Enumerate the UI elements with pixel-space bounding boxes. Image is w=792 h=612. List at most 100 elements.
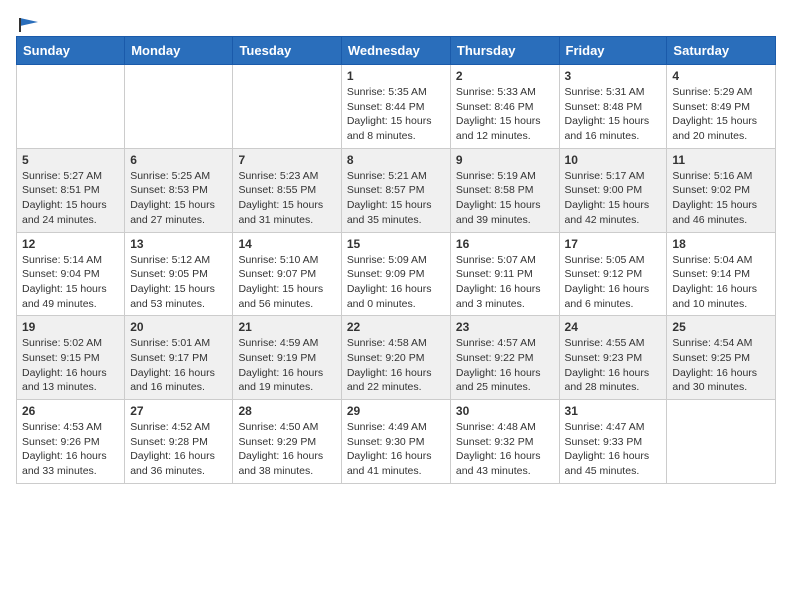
day-info: Sunrise: 4:48 AM Sunset: 9:32 PM Dayligh… xyxy=(456,420,554,479)
day-info: Sunrise: 5:21 AM Sunset: 8:57 PM Dayligh… xyxy=(347,169,445,228)
day-info: Sunrise: 4:54 AM Sunset: 9:25 PM Dayligh… xyxy=(672,336,770,395)
day-info: Sunrise: 5:07 AM Sunset: 9:11 PM Dayligh… xyxy=(456,253,554,312)
calendar-cell xyxy=(667,400,776,484)
day-info: Sunrise: 5:33 AM Sunset: 8:46 PM Dayligh… xyxy=(456,85,554,144)
day-number: 16 xyxy=(456,237,554,251)
day-number: 2 xyxy=(456,69,554,83)
day-number: 20 xyxy=(130,320,227,334)
day-info: Sunrise: 5:02 AM Sunset: 9:15 PM Dayligh… xyxy=(22,336,119,395)
day-header-wednesday: Wednesday xyxy=(341,37,450,65)
calendar-cell: 24Sunrise: 4:55 AM Sunset: 9:23 PM Dayli… xyxy=(559,316,667,400)
calendar-cell: 18 Sunrise: 5:04 AM Sunset: 9:14 PM Dayli… xyxy=(667,232,776,316)
calendar-cell: 20 Sunrise: 5:01 AM Sunset: 9:17 PM Dayli… xyxy=(125,316,233,400)
day-number: 13 xyxy=(130,237,227,251)
calendar-cell: 19 Sunrise: 5:02 AM Sunset: 9:15 PM Dayli… xyxy=(17,316,125,400)
calendar-cell: 26 Sunrise: 4:53 AM Sunset: 9:26 PM Dayli… xyxy=(17,400,125,484)
day-number: 26 xyxy=(22,404,119,418)
day-header-monday: Monday xyxy=(125,37,233,65)
day-number: 8 xyxy=(347,153,445,167)
calendar-cell: 12 Sunrise: 5:14 AM Sunset: 9:04 PM Dayli… xyxy=(17,232,125,316)
day-number: 7 xyxy=(238,153,335,167)
calendar-cell: 14 Sunrise: 5:10 AM Sunset: 9:07 PM Dayli… xyxy=(233,232,341,316)
calendar-cell: 1 Sunrise: 5:35 AM Sunset: 8:44 PM Daylig… xyxy=(341,65,450,149)
calendar-header-row: SundayMondayTuesdayWednesdayThursdayFrid… xyxy=(17,37,776,65)
calendar-cell: 6Sunrise: 5:25 AM Sunset: 8:53 PM Daylig… xyxy=(125,148,233,232)
logo-flag-icon xyxy=(18,16,40,34)
calendar-cell: 21Sunrise: 4:59 AM Sunset: 9:19 PM Dayli… xyxy=(233,316,341,400)
day-number: 25 xyxy=(672,320,770,334)
day-number: 4 xyxy=(672,69,770,83)
day-number: 5 xyxy=(22,153,119,167)
calendar-cell: 11 Sunrise: 5:16 AM Sunset: 9:02 PM Dayli… xyxy=(667,148,776,232)
day-info: Sunrise: 5:12 AM Sunset: 9:05 PM Dayligh… xyxy=(130,253,227,312)
calendar-week-row: 26 Sunrise: 4:53 AM Sunset: 9:26 PM Dayli… xyxy=(17,400,776,484)
day-number: 15 xyxy=(347,237,445,251)
day-number: 3 xyxy=(565,69,662,83)
day-info: Sunrise: 5:01 AM Sunset: 9:17 PM Dayligh… xyxy=(130,336,227,395)
day-number: 31 xyxy=(565,404,662,418)
calendar-cell: 22 Sunrise: 4:58 AM Sunset: 9:20 PM Dayli… xyxy=(341,316,450,400)
day-number: 14 xyxy=(238,237,335,251)
calendar-week-row: 19 Sunrise: 5:02 AM Sunset: 9:15 PM Dayli… xyxy=(17,316,776,400)
calendar-cell: 7 Sunrise: 5:23 AM Sunset: 8:55 PM Daylig… xyxy=(233,148,341,232)
day-number: 9 xyxy=(456,153,554,167)
calendar-cell: 8 Sunrise: 5:21 AM Sunset: 8:57 PM Daylig… xyxy=(341,148,450,232)
day-number: 1 xyxy=(347,69,445,83)
day-info: Sunrise: 4:58 AM Sunset: 9:20 PM Dayligh… xyxy=(347,336,445,395)
day-number: 21 xyxy=(238,320,335,334)
calendar-cell: 2 Sunrise: 5:33 AM Sunset: 8:46 PM Daylig… xyxy=(450,65,559,149)
day-number: 10 xyxy=(565,153,662,167)
calendar-cell: 27 Sunrise: 4:52 AM Sunset: 9:28 PM Dayli… xyxy=(125,400,233,484)
calendar-cell: 4Sunrise: 5:29 AM Sunset: 8:49 PM Daylig… xyxy=(667,65,776,149)
day-number: 30 xyxy=(456,404,554,418)
calendar-cell: 30 Sunrise: 4:48 AM Sunset: 9:32 PM Dayli… xyxy=(450,400,559,484)
header xyxy=(16,16,776,32)
calendar-cell: 31 Sunrise: 4:47 AM Sunset: 9:33 PM Dayli… xyxy=(559,400,667,484)
calendar-cell xyxy=(233,65,341,149)
day-number: 11 xyxy=(672,153,770,167)
day-number: 18 xyxy=(672,237,770,251)
day-number: 6 xyxy=(130,153,227,167)
day-number: 28 xyxy=(238,404,335,418)
day-info: Sunrise: 5:10 AM Sunset: 9:07 PM Dayligh… xyxy=(238,253,335,312)
day-info: Sunrise: 5:05 AM Sunset: 9:12 PM Dayligh… xyxy=(565,253,662,312)
day-number: 22 xyxy=(347,320,445,334)
calendar-cell: 9 Sunrise: 5:19 AM Sunset: 8:58 PM Daylig… xyxy=(450,148,559,232)
day-info: Sunrise: 5:19 AM Sunset: 8:58 PM Dayligh… xyxy=(456,169,554,228)
day-info: Sunrise: 5:14 AM Sunset: 9:04 PM Dayligh… xyxy=(22,253,119,312)
day-number: 24 xyxy=(565,320,662,334)
day-number: 27 xyxy=(130,404,227,418)
calendar-cell xyxy=(125,65,233,149)
calendar-cell: 17 Sunrise: 5:05 AM Sunset: 9:12 PM Dayli… xyxy=(559,232,667,316)
calendar-cell xyxy=(17,65,125,149)
day-info: Sunrise: 5:16 AM Sunset: 9:02 PM Dayligh… xyxy=(672,169,770,228)
day-info: Sunrise: 5:23 AM Sunset: 8:55 PM Dayligh… xyxy=(238,169,335,228)
day-header-thursday: Thursday xyxy=(450,37,559,65)
day-info: Sunrise: 4:57 AM Sunset: 9:22 PM Dayligh… xyxy=(456,336,554,395)
day-header-sunday: Sunday xyxy=(17,37,125,65)
calendar-cell: 16 Sunrise: 5:07 AM Sunset: 9:11 PM Dayli… xyxy=(450,232,559,316)
calendar-cell: 5Sunrise: 5:27 AM Sunset: 8:51 PM Daylig… xyxy=(17,148,125,232)
calendar-cell: 29Sunrise: 4:49 AM Sunset: 9:30 PM Dayli… xyxy=(341,400,450,484)
day-info: Sunrise: 4:53 AM Sunset: 9:26 PM Dayligh… xyxy=(22,420,119,479)
day-info: Sunrise: 4:52 AM Sunset: 9:28 PM Dayligh… xyxy=(130,420,227,479)
day-header-saturday: Saturday xyxy=(667,37,776,65)
calendar: SundayMondayTuesdayWednesdayThursdayFrid… xyxy=(16,36,776,484)
day-number: 19 xyxy=(22,320,119,334)
day-info: Sunrise: 5:35 AM Sunset: 8:44 PM Dayligh… xyxy=(347,85,445,144)
day-header-friday: Friday xyxy=(559,37,667,65)
calendar-cell: 10Sunrise: 5:17 AM Sunset: 9:00 PM Dayli… xyxy=(559,148,667,232)
calendar-cell: 15Sunrise: 5:09 AM Sunset: 9:09 PM Dayli… xyxy=(341,232,450,316)
day-number: 17 xyxy=(565,237,662,251)
day-info: Sunrise: 4:49 AM Sunset: 9:30 PM Dayligh… xyxy=(347,420,445,479)
calendar-week-row: 1 Sunrise: 5:35 AM Sunset: 8:44 PM Daylig… xyxy=(17,65,776,149)
day-info: Sunrise: 4:50 AM Sunset: 9:29 PM Dayligh… xyxy=(238,420,335,479)
day-number: 12 xyxy=(22,237,119,251)
logo xyxy=(16,16,40,32)
day-info: Sunrise: 5:04 AM Sunset: 9:14 PM Dayligh… xyxy=(672,253,770,312)
calendar-cell: 25 Sunrise: 4:54 AM Sunset: 9:25 PM Dayli… xyxy=(667,316,776,400)
day-header-tuesday: Tuesday xyxy=(233,37,341,65)
calendar-cell: 3Sunrise: 5:31 AM Sunset: 8:48 PM Daylig… xyxy=(559,65,667,149)
day-info: Sunrise: 4:47 AM Sunset: 9:33 PM Dayligh… xyxy=(565,420,662,479)
calendar-cell: 28 Sunrise: 4:50 AM Sunset: 9:29 PM Dayli… xyxy=(233,400,341,484)
